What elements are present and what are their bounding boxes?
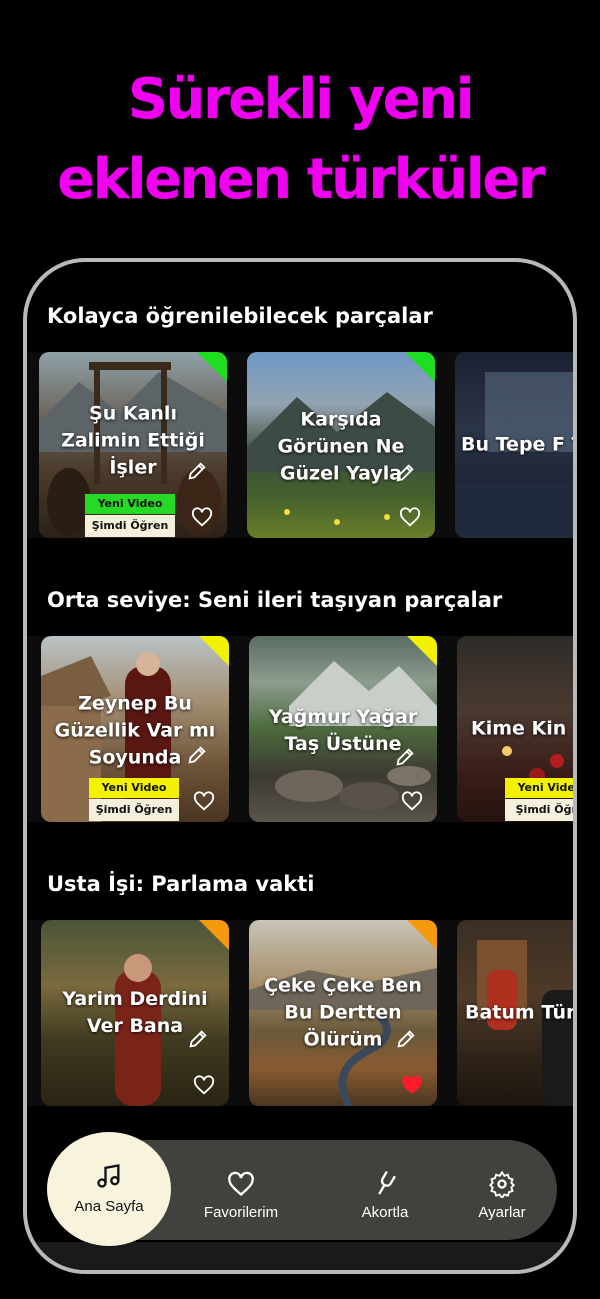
tuning-fork-icon xyxy=(378,1170,396,1195)
song-title: Kime Kin xyxy=(471,717,567,740)
pencil-icon[interactable] xyxy=(186,744,208,766)
card-row-master[interactable]: Yarim Derdini Ver Bana Çeke Çeke Ben Bu … xyxy=(27,920,573,1106)
section-title-intermediate: Orta seviye: Seni ileri taşıyan parçalar xyxy=(47,588,503,612)
app-screen: Kolayca öğrenilebilecek parçalar Şu Kanl… xyxy=(27,262,573,1270)
card-row-easy[interactable]: Şu Kanlı Zalimin Ettiği İşler Yeni Video… xyxy=(27,352,573,538)
heart-icon[interactable] xyxy=(191,506,213,528)
song-card[interactable]: Karşıda Görünen Ne Güzel Yayla xyxy=(247,352,435,538)
nav-tuner-label: Akortla xyxy=(361,1204,409,1221)
headline: Sürekli yeni eklenen türküler xyxy=(0,60,600,220)
song-title: Bu Tepe F Tepe xyxy=(461,433,573,456)
headline-line-1: Sürekli yeni xyxy=(127,67,475,132)
gear-icon xyxy=(489,1170,515,1198)
heart-icon[interactable] xyxy=(401,790,423,812)
difficulty-corner xyxy=(197,352,227,382)
song-card[interactable]: Yarim Derdini Ver Bana xyxy=(41,920,229,1106)
pencil-icon[interactable] xyxy=(187,1028,209,1050)
difficulty-corner xyxy=(407,636,437,666)
pencil-icon[interactable] xyxy=(395,1028,417,1050)
nav-home[interactable]: Ana Sayfa xyxy=(47,1132,171,1246)
card-row-partial xyxy=(27,1242,573,1270)
nav-tuner[interactable]: Akortla xyxy=(335,1140,435,1240)
difficulty-corner xyxy=(199,636,229,666)
phone-frame: Kolayca öğrenilebilecek parçalar Şu Kanl… xyxy=(23,258,577,1274)
difficulty-corner xyxy=(405,352,435,382)
difficulty-corner xyxy=(199,920,229,950)
song-card[interactable]: Çeke Çeke Ben Bu Dertten Ölürüm xyxy=(249,920,437,1106)
heart-icon[interactable] xyxy=(193,1074,215,1096)
song-card[interactable]: Bu Tepe F Tepe xyxy=(455,352,573,538)
heart-icon xyxy=(228,1171,254,1197)
learn-now-button[interactable]: Şimdi Öğren xyxy=(89,799,179,821)
pencil-icon[interactable] xyxy=(186,460,208,482)
pencil-icon[interactable] xyxy=(394,746,416,768)
nav-home-label: Ana Sayfa xyxy=(74,1198,144,1215)
card-row-intermediate[interactable]: Zeynep Bu Güzellik Var mı Soyunda Yeni V… xyxy=(27,636,573,822)
heart-icon[interactable] xyxy=(399,506,421,528)
music-note-icon xyxy=(97,1164,120,1188)
song-card[interactable]: Yağmur Yağar Taş Üstüne xyxy=(249,636,437,822)
song-title: Batum Tür xyxy=(465,1001,576,1024)
song-card[interactable]: Batum Tür xyxy=(457,920,576,1106)
badge-new-video: Yeni Video xyxy=(85,494,175,514)
pencil-icon[interactable] xyxy=(394,462,416,484)
badge-new-video: Yeni Video xyxy=(505,778,573,798)
headline-line-2: eklenen türküler xyxy=(57,147,545,212)
heart-filled-icon[interactable] xyxy=(401,1074,423,1096)
nav-settings-label: Ayarlar xyxy=(478,1204,526,1221)
difficulty-corner xyxy=(407,920,437,950)
song-card[interactable]: Şu Kanlı Zalimin Ettiği İşler Yeni Video… xyxy=(39,352,227,538)
section-title-master: Usta İşi: Parlama vakti xyxy=(47,872,315,896)
learn-now-button[interactable]: Şimdi Öğren xyxy=(85,515,175,537)
section-title-easy: Kolayca öğrenilebilecek parçalar xyxy=(47,304,433,328)
song-card[interactable]: Zeynep Bu Güzellik Var mı Soyunda Yeni V… xyxy=(41,636,229,822)
bottom-navigation: Ana Sayfa Favorilerim Akortla Ayarlar xyxy=(47,1132,557,1246)
heart-icon[interactable] xyxy=(193,790,215,812)
nav-favorites-label: Favorilerim xyxy=(203,1204,279,1221)
learn-now-button[interactable]: Şimdi Öğre xyxy=(505,799,573,821)
badge-new-video: Yeni Video xyxy=(89,778,179,798)
nav-settings[interactable]: Ayarlar xyxy=(457,1140,547,1240)
song-card[interactable]: Kime Kin Yeni Video Şimdi Öğre xyxy=(457,636,573,822)
nav-favorites[interactable]: Favorilerim xyxy=(187,1140,295,1240)
